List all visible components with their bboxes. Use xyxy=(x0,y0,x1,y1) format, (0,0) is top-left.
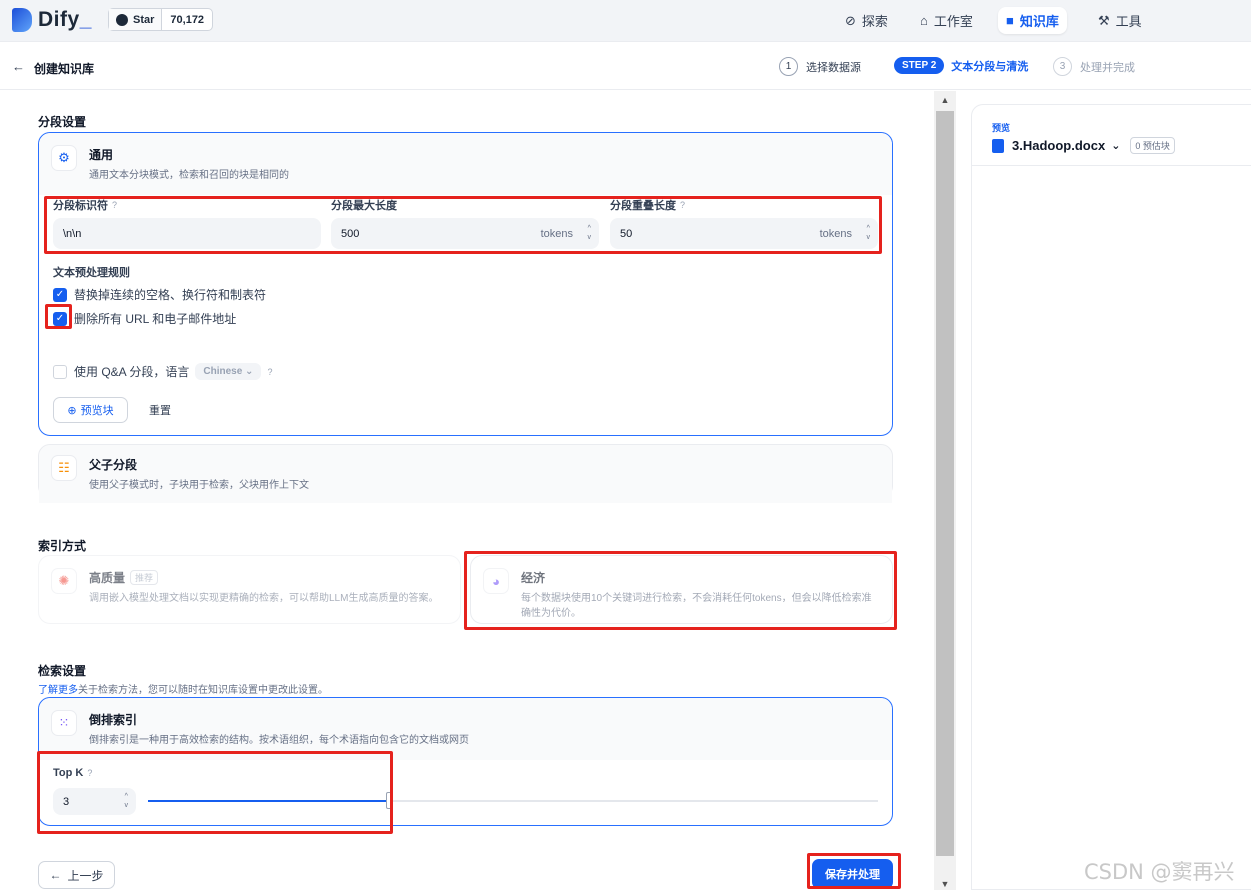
economy-card[interactable]: ◕ 经济 每个数据块使用10个关键词进行检索，不会消耗任何tokens，但会以降… xyxy=(470,555,893,624)
economy-title: 经济 xyxy=(521,571,546,585)
inverted-index-title: 倒排索引 xyxy=(89,713,138,727)
watermark: CSDN @窦再兴 xyxy=(1084,860,1235,884)
topk-slider-fill xyxy=(148,800,389,802)
stepper-icon[interactable]: ^ v xyxy=(588,224,592,242)
segment-section-title: 分段设置 xyxy=(38,115,87,129)
parent-child-mode-card[interactable]: ☷ 父子分段 使用父子模式时，子块用于检索，父块用作上下文 xyxy=(38,444,893,503)
help-icon: ? xyxy=(267,366,273,377)
scroll-up-icon[interactable]: ▲ xyxy=(934,95,956,105)
parent-child-icon: ☷ xyxy=(51,455,77,481)
piggy-bank-icon: ◕ xyxy=(483,568,509,594)
nav-tab-knowledge[interactable]: ■ 知识库 xyxy=(998,7,1067,34)
chunk-count-badge: 0 预估块 xyxy=(1130,137,1175,154)
recommend-tag: 推荐 xyxy=(130,570,159,585)
rule-replace-spaces[interactable]: ✓ 替换掉连续的空格、换行符和制表符 xyxy=(53,286,266,303)
tools-icon: ⚒ xyxy=(1098,12,1110,28)
topk-slider-thumb[interactable] xyxy=(385,792,393,809)
scroll-down-icon[interactable]: ▼ xyxy=(934,879,956,889)
studio-icon: ⌂ xyxy=(920,13,928,28)
settings-icon: ⚙ xyxy=(51,145,77,171)
scrollbar-thumb[interactable] xyxy=(936,111,954,856)
high-quality-card[interactable]: ✺ 高质量 推荐 调用嵌入模型处理文档以实现更精确的检索，可以帮助LLM生成高质量… xyxy=(38,555,461,624)
logo-cursor: _ xyxy=(79,8,92,31)
knowledge-icon: ■ xyxy=(1006,13,1014,28)
separator-label: 分段标识符? xyxy=(53,200,118,212)
chevron-down-icon: ⌄ xyxy=(1111,140,1121,152)
preview-file-selector[interactable]: 3.Hadoop.docx ⌄ 0 预估块 xyxy=(992,137,1175,154)
economy-desc: 每个数据块使用10个关键词进行检索，不会消耗任何tokens，但会以降低检索准确… xyxy=(521,593,872,619)
back-arrow-icon[interactable]: ← xyxy=(12,59,25,74)
nav-tab-studio[interactable]: ⌂ 工作室 xyxy=(912,7,981,34)
logo-mark-icon xyxy=(12,8,32,32)
learn-more-link[interactable]: 了解更多 xyxy=(38,685,78,696)
checkbox-checked-icon[interactable]: ✓ xyxy=(53,311,67,326)
main-content: 分段设置 ⚙ 通用 通用文本分块模式，检索和召回的块是相同的 分段标识符? 分段… xyxy=(0,91,934,890)
help-icon: ? xyxy=(680,200,686,210)
word-doc-icon xyxy=(992,138,1004,153)
high-quality-title: 高质量 xyxy=(89,571,126,585)
logo-text: Dify xyxy=(38,8,80,31)
github-icon xyxy=(116,13,128,26)
index-section-title: 索引方式 xyxy=(38,539,87,553)
search-icon: ⊕ xyxy=(67,404,77,417)
retrieval-section-title: 检索设置 xyxy=(38,664,87,678)
language-select[interactable]: Chinese ⌄ xyxy=(195,363,262,380)
nav-tab-explore[interactable]: ⊘ 探索 xyxy=(837,7,896,34)
save-and-process-button[interactable]: 保存并处理 xyxy=(812,859,893,889)
explore-icon: ⊘ xyxy=(845,12,856,28)
page-header: ← 创建知识库 1 选择数据源 STEP 2 文本分段与清洗 3 处理并完成 xyxy=(0,42,1251,90)
max-length-label: 分段最大长度 xyxy=(331,200,397,212)
qa-segment-option[interactable]: 使用 Q&A 分段，语言 Chinese ⌄ ? xyxy=(53,363,272,380)
help-icon: ? xyxy=(112,200,118,210)
preprocess-rules-title: 文本预处理规则 xyxy=(53,267,130,279)
grid-icon: ⁙ xyxy=(51,710,77,736)
step-2: STEP 2 文本分段与清洗 xyxy=(894,57,1028,74)
overlap-input[interactable]: 50 tokens ^ v xyxy=(610,218,878,249)
main-scrollbar[interactable]: ▲ ▼ xyxy=(934,91,956,890)
github-star-button[interactable]: Star 70,172 xyxy=(108,8,214,31)
github-star-label: Star xyxy=(133,13,155,26)
step-3: 3 处理并完成 xyxy=(1053,57,1135,76)
step-1: 1 选择数据源 xyxy=(779,57,861,76)
checkbox-unchecked-icon[interactable] xyxy=(53,364,67,379)
topk-input[interactable]: 3 ^ v xyxy=(53,788,136,815)
page-title: 创建知识库 xyxy=(34,62,95,76)
high-quality-icon: ✺ xyxy=(51,568,77,594)
preview-divider xyxy=(972,165,1251,166)
help-icon: ? xyxy=(87,768,93,778)
dify-logo[interactable]: Dify_ xyxy=(12,8,92,32)
retrieval-hint: 了解更多关于检索方法，您可以随时在知识库设置中更改此设置。 xyxy=(38,685,328,696)
top-nav: Dify_ Star 70,172 ⊘ 探索 ⌂ 工作室 ■ 知识库 ⚒ 工具 xyxy=(0,0,1251,42)
general-mode-card[interactable]: ⚙ 通用 通用文本分块模式，检索和召回的块是相同的 xyxy=(38,132,893,436)
max-length-input[interactable]: 500 tokens ^ v xyxy=(331,218,599,249)
preview-chunks-button[interactable]: ⊕ 预览块 xyxy=(53,397,128,423)
prev-step-button[interactable]: ← 上一步 xyxy=(38,861,115,889)
topk-label: Top K? xyxy=(53,767,93,779)
arrow-left-icon: ← xyxy=(49,868,62,882)
github-star-count: 70,172 xyxy=(170,13,205,26)
parent-child-title: 父子分段 xyxy=(89,458,138,472)
overlap-label: 分段重叠长度? xyxy=(610,200,686,212)
high-quality-desc: 调用嵌入模型处理文档以实现更精确的检索，可以帮助LLM生成高质量的答案。 xyxy=(89,593,439,604)
general-desc: 通用文本分块模式，检索和召回的块是相同的 xyxy=(89,170,289,181)
stepper-icon[interactable]: ^ v xyxy=(867,224,871,242)
checkbox-checked-icon[interactable]: ✓ xyxy=(53,287,67,302)
parent-child-desc: 使用父子模式时，子块用于检索，父块用作上下文 xyxy=(89,480,309,491)
stepper-icon[interactable]: ^ v xyxy=(125,792,129,810)
preview-panel: 预览 3.Hadoop.docx ⌄ 0 预估块 xyxy=(971,104,1251,890)
reset-button[interactable]: 重置 xyxy=(140,397,180,423)
inverted-index-card[interactable]: ⁙ 倒排索引 倒排索引是一种用于高效检索的结构。按术语组织，每个术语指向包含它的… xyxy=(38,697,893,826)
nav-tab-tools[interactable]: ⚒ 工具 xyxy=(1090,7,1150,34)
separator-input[interactable]: \n\n xyxy=(53,218,321,249)
inverted-index-desc: 倒排索引是一种用于高效检索的结构。按术语组织，每个术语指向包含它的文档或网页 xyxy=(89,735,469,746)
preview-label: 预览 xyxy=(992,123,1011,133)
topk-slider[interactable] xyxy=(148,792,878,809)
general-title: 通用 xyxy=(89,148,114,162)
rule-remove-urls[interactable]: ✓ 删除所有 URL 和电子邮件地址 xyxy=(53,310,236,327)
